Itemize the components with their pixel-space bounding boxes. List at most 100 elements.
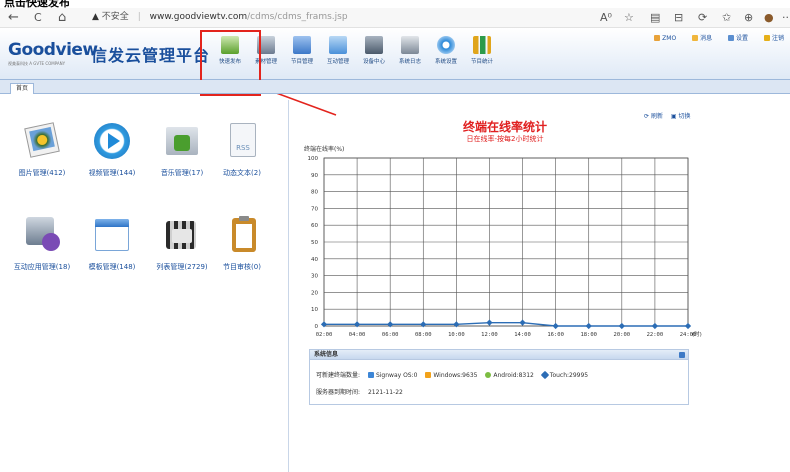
expiry-row: 服务器到期时间: 2121-11-22 — [310, 387, 688, 396]
user-links: ZMO 消息 设置 注销 — [640, 33, 784, 42]
x-tick-label: 02:00 — [316, 332, 333, 338]
template-window-icon — [92, 215, 132, 255]
tab-home[interactable]: 首页 — [10, 83, 34, 94]
picture-icon — [22, 121, 62, 161]
chart-actions: ⟳ 刷新 ▣ 切换 — [644, 111, 696, 120]
interactive-icon — [329, 36, 347, 54]
module-review[interactable]: 节目审核(0) — [206, 215, 278, 272]
video-play-icon — [92, 121, 132, 161]
module-dynamic-text[interactable]: RSS 动态文本(2) — [206, 121, 278, 178]
reload-button[interactable]: C — [34, 9, 42, 26]
x-tick-label: 22:00 — [647, 332, 664, 338]
os-count-signway: Signway OS:0 — [367, 372, 417, 379]
message-icon — [692, 35, 699, 41]
user-link[interactable]: ZMO — [654, 35, 676, 42]
collections-icon[interactable]: ▤ — [650, 11, 660, 25]
logout-link[interactable]: 注销 — [763, 35, 784, 42]
read-aloud-icon[interactable]: A⁰ — [600, 11, 612, 25]
x-tick-label: 10:00 — [448, 332, 465, 338]
x-tick-label: 16:00 — [547, 332, 564, 338]
favorite-icon[interactable]: ☆ — [624, 11, 634, 25]
home-button[interactable]: ⌂ — [58, 9, 66, 26]
program-icon — [293, 36, 311, 54]
bar-chart-icon — [473, 36, 491, 54]
module-grid: 图片管理(412) 视频管理(144) 音乐管理(17) RSS 动态文本(2) — [0, 95, 286, 472]
tool-interactive[interactable]: 互动管理 — [320, 34, 356, 65]
tool-statistics[interactable]: 节目统计 — [464, 34, 500, 65]
x-tick-label: 14:00 — [514, 332, 531, 338]
touch-icon — [540, 370, 550, 380]
rss-doc-icon: RSS — [222, 121, 262, 161]
warning-icon: ▲ — [92, 12, 99, 22]
y-tick-label: 70 — [311, 206, 318, 212]
expiry-label: 服务器到期时间: — [316, 389, 361, 396]
y-tick-label: 20 — [311, 290, 318, 296]
logo-text: Goodview — [8, 40, 98, 60]
x-tick-label: 08:00 — [415, 332, 432, 338]
settings-link[interactable]: 设置 — [728, 35, 748, 42]
x-tick-label: 06:00 — [382, 332, 399, 338]
y-tick-label: 60 — [311, 223, 318, 229]
extensions-icon[interactable]: ⊕ — [744, 11, 753, 25]
key-icon — [763, 35, 770, 41]
x-tick-label: 18:00 — [580, 332, 597, 338]
x-tick-label: 04:00 — [349, 332, 366, 338]
profile-avatar-icon[interactable]: ● — [764, 11, 774, 25]
tab-strip: 首页 — [0, 80, 790, 94]
url-host: www.goodviewtv.com — [149, 12, 248, 22]
tool-settings[interactable]: 系统设置 — [428, 34, 464, 65]
logo: Goodview 视美泰科技 A GVTE COMPANY — [8, 40, 98, 67]
module-template[interactable]: 模板管理(148) — [76, 215, 148, 272]
collapse-icon[interactable] — [679, 352, 685, 358]
music-folder-icon — [162, 121, 202, 161]
url-path: /cdms/cdms_frams.jsp — [247, 12, 348, 22]
online-rate-chart: 0 10 20 30 40 50 60 70 80 90 100 02:00 04:00 06:00 08:… — [308, 156, 702, 338]
x-tick-label: 20:00 — [614, 332, 631, 338]
os-count-android: Android:8312 — [485, 372, 534, 379]
y-tick-label: 0 — [315, 324, 319, 330]
terminal-counts-row: 可新建终端数量: Signway OS:0 Windows:9635 Andro… — [310, 370, 688, 380]
messages-link[interactable]: 消息 — [692, 35, 712, 42]
windows-icon — [425, 372, 432, 378]
chart-subtitle: 日在线率-按每2小时统计 — [466, 135, 544, 143]
os-count-touch: Touch:29995 — [540, 370, 588, 380]
favorites-bar-icon[interactable]: ✩ — [722, 11, 731, 25]
switch-link[interactable]: ▣ 切换 — [671, 113, 691, 120]
y-tick-label: 50 — [311, 240, 318, 246]
caption-strip: 点击快速发布 — [0, 0, 200, 8]
tool-program[interactable]: 节目管理 — [284, 34, 320, 65]
y-tick-label: 100 — [308, 156, 319, 162]
signway-icon — [367, 372, 374, 378]
interactive-app-icon — [22, 215, 62, 255]
back-button[interactable]: ← — [8, 9, 19, 26]
y-tick-label: 90 — [311, 173, 318, 179]
app-header: Goodview 视美泰科技 A GVTE COMPANY 信发云管理平台 快速… — [0, 28, 790, 80]
y-tick-label: 80 — [311, 190, 318, 196]
tool-log[interactable]: 系统日志 — [392, 34, 428, 65]
caption-text: 点击快速发布 — [4, 0, 70, 8]
logo-subtext: 视美泰科技 A GVTE COMPANY — [8, 61, 66, 66]
refresh-icon[interactable]: ⟳ — [698, 11, 707, 25]
tool-device[interactable]: 设备中心 — [356, 34, 392, 65]
system-info-header: 系统信息 — [310, 350, 688, 360]
y-tick-label: 10 — [311, 307, 318, 313]
more-menu-icon[interactable]: ··· — [782, 11, 790, 25]
y-tick-label: 30 — [311, 274, 318, 280]
os-count-windows: Windows:9635 — [425, 372, 477, 379]
module-video[interactable]: 视频管理(144) — [76, 121, 148, 178]
settings-gear-icon — [437, 36, 455, 54]
split-screen-icon[interactable]: ⊟ — [674, 11, 683, 25]
log-icon — [401, 36, 419, 54]
user-icon — [654, 35, 661, 41]
settings-icon — [728, 35, 735, 41]
chart-title: 终端在线率统计 — [462, 120, 547, 134]
insecure-label: 不安全 — [101, 12, 129, 22]
address-bar[interactable]: ▲ 不安全 | www.goodviewtv.com/cdms/cdms_fra… — [92, 10, 348, 25]
module-picture[interactable]: 图片管理(412) — [6, 121, 78, 178]
refresh-link[interactable]: ⟳ 刷新 — [644, 113, 663, 120]
module-interactive-app[interactable]: 互动应用管理(18) — [6, 215, 78, 272]
panel-divider — [288, 100, 289, 472]
android-icon — [485, 372, 492, 378]
expiry-date: 2121-11-22 — [367, 389, 403, 396]
terminal-count-label: 可新建终端数量: — [316, 372, 361, 379]
